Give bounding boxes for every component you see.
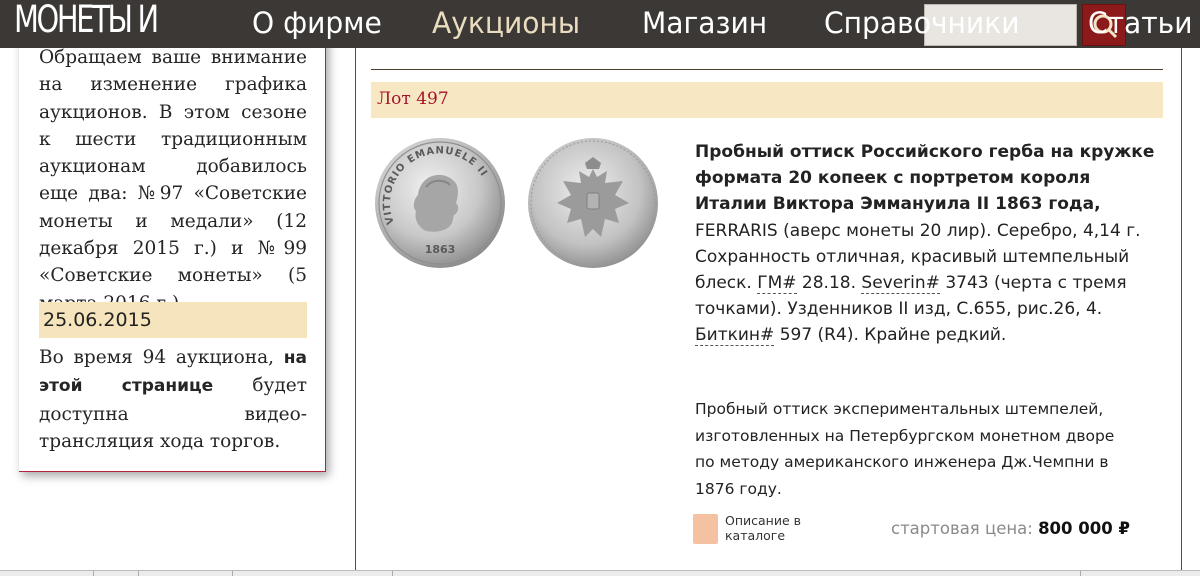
lot-description-title: Пробный оттиск Российского герба на круж… — [695, 142, 1155, 215]
price-value: 800 000 ₽ — [1038, 519, 1130, 538]
nav-item-references[interactable]: Справочники — [824, 6, 1019, 40]
starting-price: стартовая цена: 800 000 ₽ — [891, 519, 1130, 538]
nav-item-shop[interactable]: Магазин — [642, 6, 767, 40]
divider — [371, 69, 1163, 70]
ref-bitkin-value: 597 (R4). Крайне редкий. — [779, 325, 1007, 346]
site-logo[interactable]: МОНЕТЫ И — [14, 0, 159, 41]
ref-bitkin-link[interactable]: Биткин# — [695, 325, 775, 347]
nav-item-about[interactable]: О фирме — [252, 6, 382, 40]
price-label: стартовая цена: — [891, 519, 1033, 538]
news-item-text: Обращаем ваше внимание на изменение граф… — [39, 47, 307, 314]
news-panel: Обращаем ваше внимание на изменение граф… — [19, 0, 326, 472]
lot-panel: Лот 497 VITTORIO EMANUELE II 1863 Пробны… — [355, 48, 1182, 570]
lot-note: Пробный оттиск экспериментальных штемпел… — [695, 400, 1115, 498]
news-date: 25.06.2015 — [39, 302, 307, 338]
top-nav-bar: МОНЕТЫ И О фирме Аукционы Магазин Справо… — [0, 0, 1200, 48]
svg-text:1863: 1863 — [425, 243, 456, 256]
coin-obverse-image[interactable]: VITTORIO EMANUELE II 1863 — [374, 137, 506, 269]
ref-gm-value: 28.18. — [801, 273, 856, 294]
news-text-pre: Во время 94 аукциона, — [39, 347, 274, 368]
bottom-bar — [0, 570, 1200, 576]
ref-gm-link[interactable]: ГМ# — [757, 273, 797, 295]
nav-item-articles[interactable]: Статьи — [1088, 6, 1193, 40]
nav-item-auctions[interactable]: Аукционы — [432, 6, 580, 40]
catalog-description-link[interactable]: Описание в каталоге — [725, 513, 805, 543]
lot-title: Лот 497 — [377, 89, 449, 109]
coin-reverse-image[interactable] — [527, 137, 659, 269]
ref-severin-link[interactable]: Severin# — [861, 273, 940, 295]
catalog-icon[interactable] — [693, 514, 718, 544]
lot-description: Пробный оттиск Российского герба на круж… — [695, 139, 1157, 349]
lot-header: Лот 497 — [371, 82, 1163, 118]
news-item-text-video: Во время 94 аукциона, на этой странице б… — [39, 344, 307, 455]
